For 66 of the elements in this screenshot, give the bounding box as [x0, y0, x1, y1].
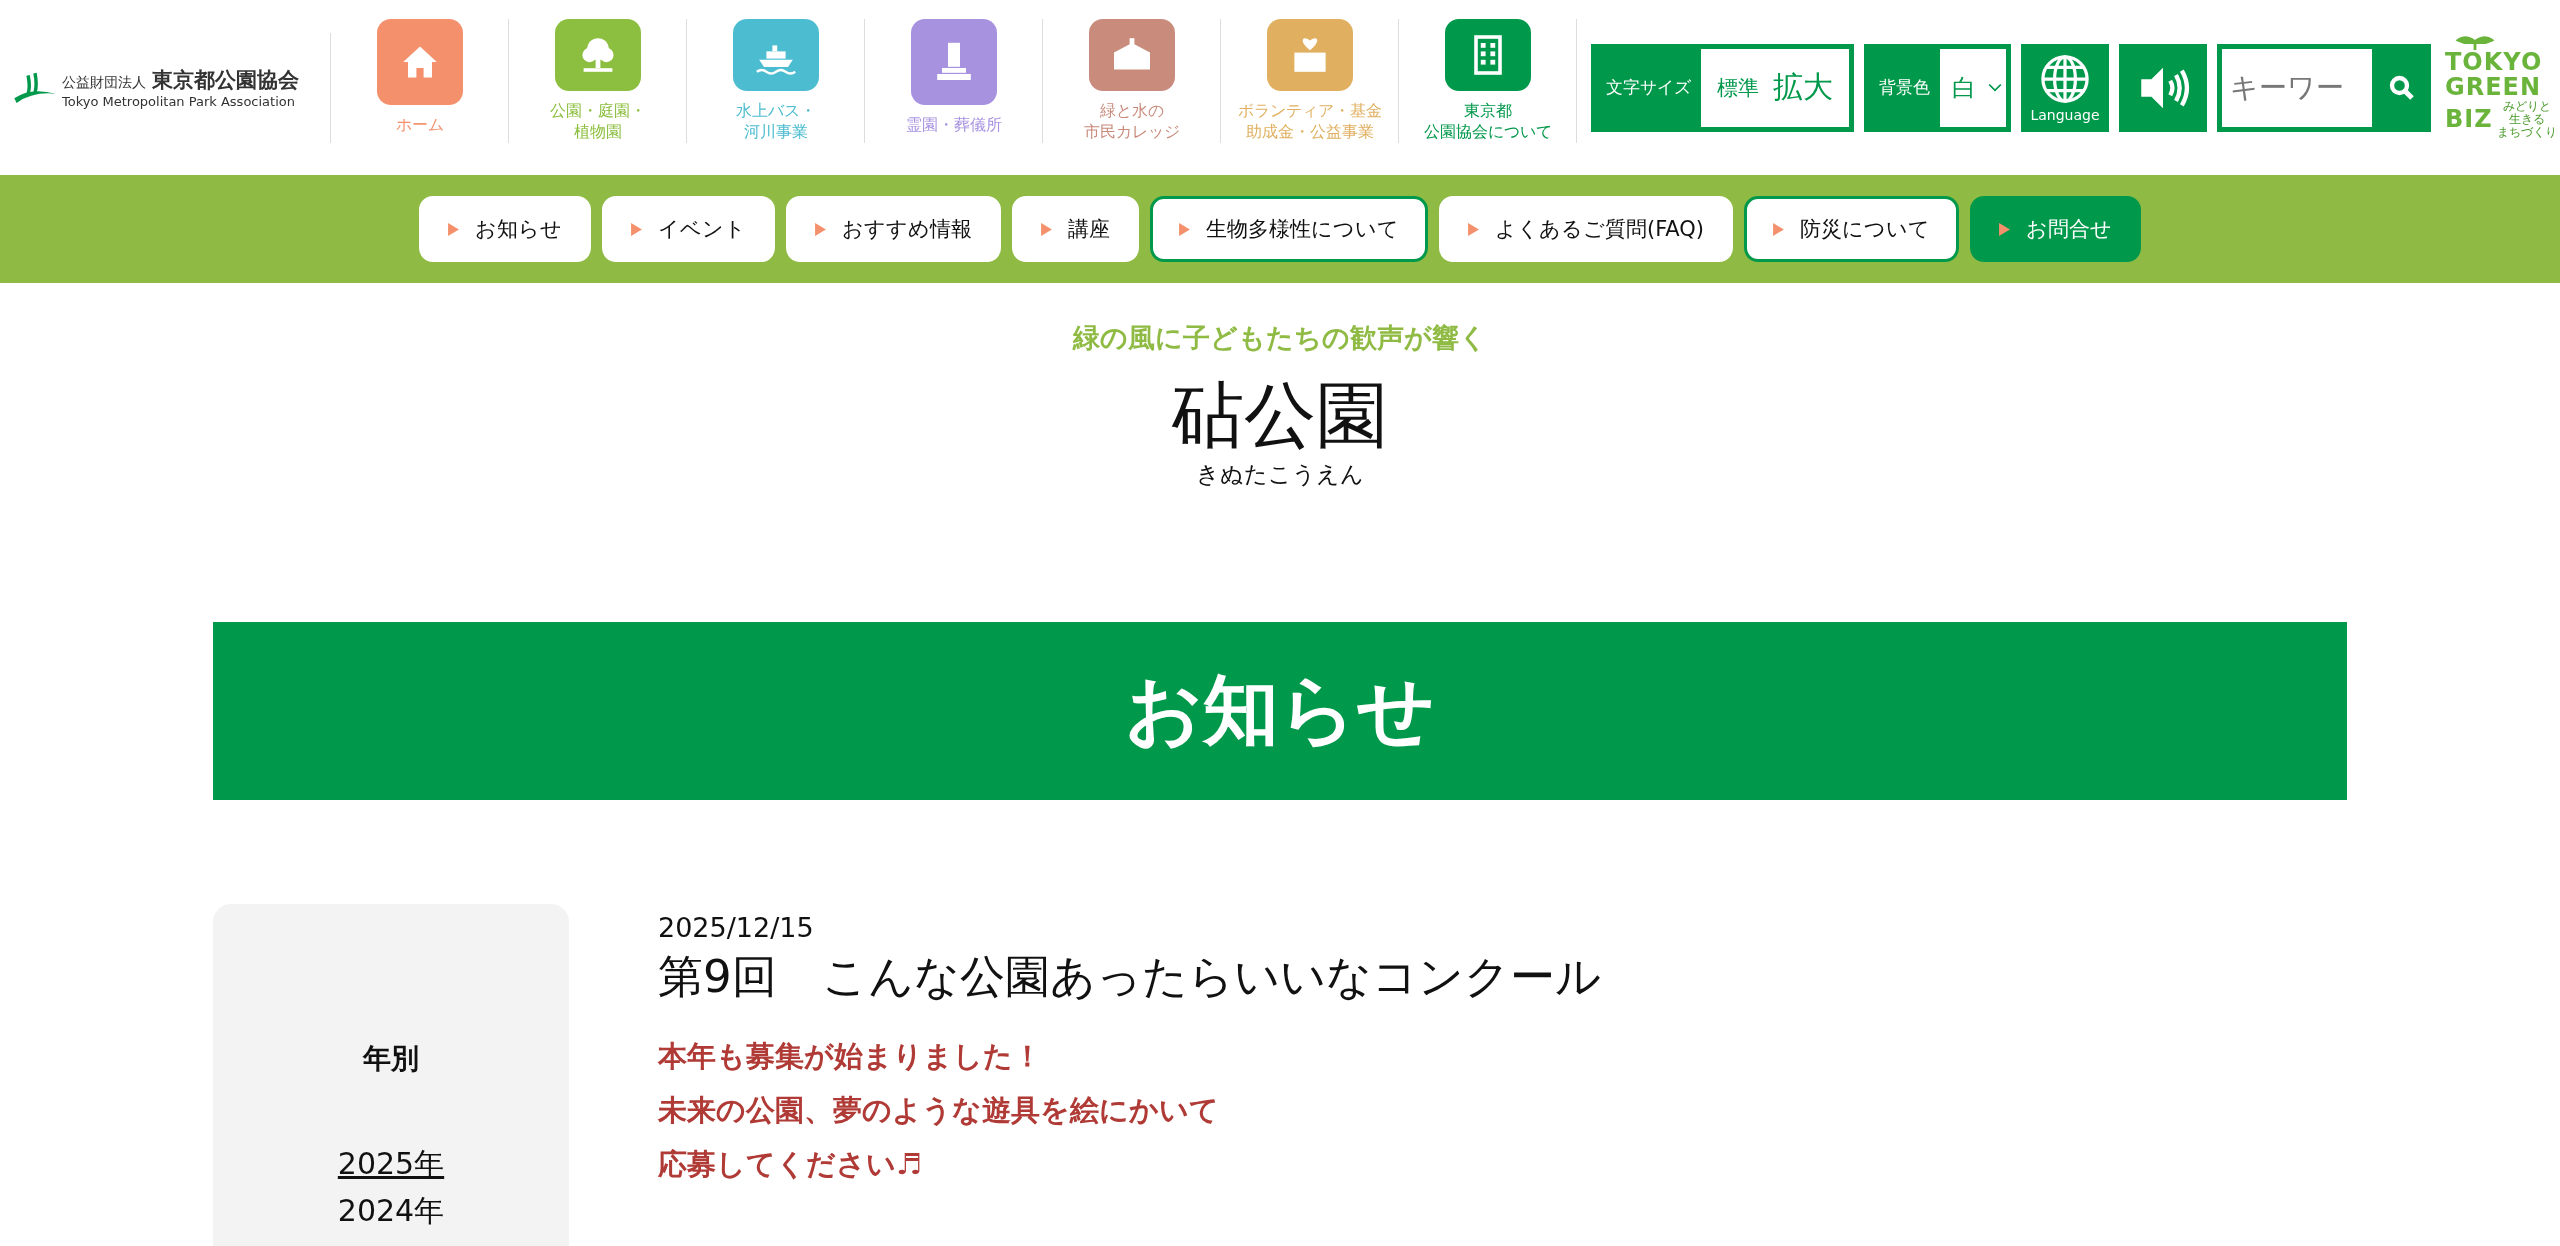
- nav-label: 霊園・葬儀所: [905, 114, 1002, 136]
- nav-label: 公園協会について: [1423, 121, 1552, 143]
- logo-tagline: まちづくり: [2496, 126, 2557, 140]
- menu-link[interactable]: イベント: [601, 196, 775, 262]
- article-title: 第9回 こんな公園あったらいいなコンクール: [658, 949, 1601, 1005]
- globe-icon: [2039, 52, 2091, 105]
- nav-label: 公園・庭園・: [549, 100, 646, 122]
- font-size-option[interactable]: 拡大: [1769, 67, 1837, 108]
- article-date: 2025/12/15: [658, 912, 815, 943]
- nav-label: 東京都: [1463, 100, 1512, 122]
- org-type: 公益財団法人: [62, 74, 146, 92]
- nav-link[interactable]: 霊園・葬儀所: [865, 18, 1043, 143]
- nav-link[interactable]: 緑と水の 市民カレッジ: [1043, 18, 1221, 143]
- menu-link[interactable]: 講座: [1011, 196, 1139, 262]
- triangle-icon: [1467, 222, 1479, 236]
- background-label: 背景色: [1878, 76, 1931, 99]
- logo-text: TOKYO: [2445, 49, 2543, 75]
- menu-link[interactable]: 生物多様性について: [1149, 196, 1428, 262]
- search-field[interactable]: キーワー: [2217, 43, 2431, 132]
- nav-label: 市民カレッジ: [1083, 121, 1180, 143]
- nav-link[interactable]: 公園・庭園・ 植物園: [509, 18, 687, 143]
- triangle-icon: [1040, 222, 1052, 236]
- triangle-icon: [1178, 222, 1190, 236]
- font-size-option[interactable]: 標準: [1713, 73, 1763, 102]
- nav-label: 水上バス・: [735, 100, 816, 122]
- article-text: 未来の公園、夢のような遊具を絵にかいて: [658, 1092, 1220, 1129]
- nav-label: ボランティア・基金: [1237, 100, 1382, 122]
- menu-link[interactable]: おすすめ情報: [785, 196, 1001, 262]
- nav-label: 河川事業: [743, 121, 808, 143]
- triangle-icon: [630, 222, 642, 236]
- article-text: 応募してください♬: [658, 1146, 923, 1183]
- triangle-icon: [1999, 222, 2011, 236]
- nav-link[interactable]: ホーム: [331, 18, 509, 143]
- year-link[interactable]: 2024年: [337, 1191, 445, 1232]
- triangle-icon: [814, 222, 826, 236]
- park-catchphrase: 緑の風に子どもたちの歓声が響く: [1073, 321, 1487, 355]
- org-name: 東京都公園協会: [152, 67, 299, 94]
- park-name: 砧公園: [1172, 376, 1388, 456]
- park-reading: きぬたこうえん: [1196, 460, 1364, 490]
- menu-link[interactable]: 防災について: [1744, 196, 1960, 262]
- nav-label: 助成金・公益事業: [1245, 121, 1374, 143]
- speaker-button[interactable]: [2119, 43, 2207, 132]
- year-link[interactable]: 2025年: [337, 1144, 445, 1185]
- article-text: 本年も募集が始まりました！: [658, 1038, 1043, 1075]
- nav-label: 緑と水の: [1099, 100, 1164, 122]
- nav-link[interactable]: 水上バス・ 河川事業: [687, 18, 865, 143]
- menu-link[interactable]: よくあるご質問(FAQ): [1438, 196, 1734, 262]
- nav-label: 植物園: [573, 121, 622, 143]
- logo-text: GREEN: [2445, 74, 2542, 100]
- font-size-label: 文字サイズ: [1605, 76, 1692, 99]
- logo-text: BIZ: [2445, 107, 2493, 133]
- logo-tagline: みどりと: [2502, 99, 2551, 113]
- chevron-icon: [1988, 82, 2002, 93]
- language-button[interactable]: Language: [2021, 43, 2109, 132]
- nav-link[interactable]: 東京都 公園協会について: [1399, 18, 1577, 143]
- nav-link[interactable]: ボランティア・基金 助成金・公益事業: [1221, 18, 1399, 143]
- logo-tagline: 生きる: [2508, 113, 2545, 127]
- nav-label: ホーム: [395, 114, 444, 136]
- menu-link[interactable]: お問合せ: [1970, 196, 2142, 262]
- sidebar-heading: 年別: [363, 1041, 419, 1077]
- banner-title: お知らせ: [1125, 663, 1435, 756]
- triangle-icon: [1773, 222, 1785, 236]
- menu-link[interactable]: お知らせ: [418, 196, 591, 262]
- triangle-icon: [447, 222, 459, 236]
- background-select[interactable]: 白: [1940, 48, 2006, 127]
- org-name-en: Tokyo Metropolitan Park Association: [62, 94, 296, 109]
